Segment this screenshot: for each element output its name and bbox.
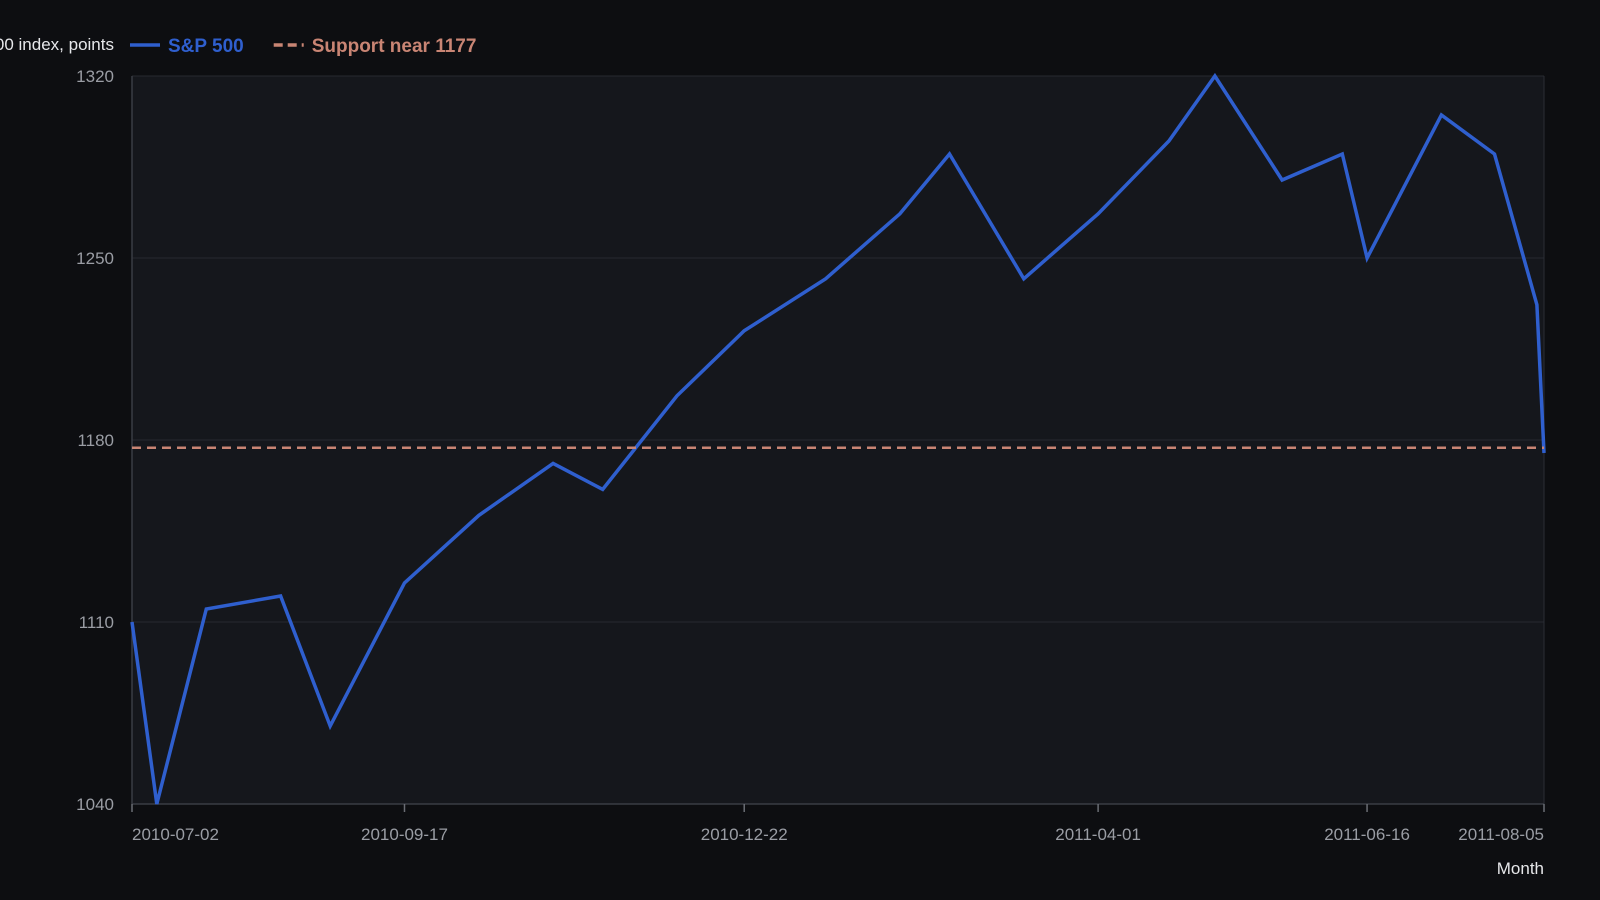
legend: S&P 500 index, points S&P 500 Support near… bbox=[0, 35, 476, 57]
x-tick-label: 2010-07-02 bbox=[132, 825, 219, 844]
x-axis-title: Month bbox=[1497, 859, 1544, 878]
x-tick-label: 2011-04-01 bbox=[1055, 825, 1141, 844]
y-tick-label: 1040 bbox=[76, 795, 114, 814]
y-tick-label: 1250 bbox=[76, 249, 114, 268]
x-tick-label: 2011-06-16 bbox=[1324, 825, 1410, 844]
y-tick-label: 1320 bbox=[76, 67, 114, 86]
chart-root: 1040 1110 1180 1250 1320 2010-07-02 2010-09-17… bbox=[0, 0, 1600, 900]
x-tick-label: 2010-09-17 bbox=[361, 825, 448, 844]
legend-label: Support near 1177 bbox=[312, 36, 477, 57]
y-tick-label: 1180 bbox=[77, 431, 114, 450]
legend-label: S&P 500 bbox=[168, 36, 244, 57]
line-chart: 1040 1110 1180 1250 1320 2010-07-02 2010-09-17… bbox=[0, 35, 1546, 878]
x-tick-label: 2011-08-05 bbox=[1458, 825, 1544, 844]
x-tick-label: 2010-12-22 bbox=[701, 825, 788, 844]
y-axis-title: S&P 500 index, points bbox=[0, 35, 114, 54]
y-tick-label: 1110 bbox=[79, 613, 114, 632]
